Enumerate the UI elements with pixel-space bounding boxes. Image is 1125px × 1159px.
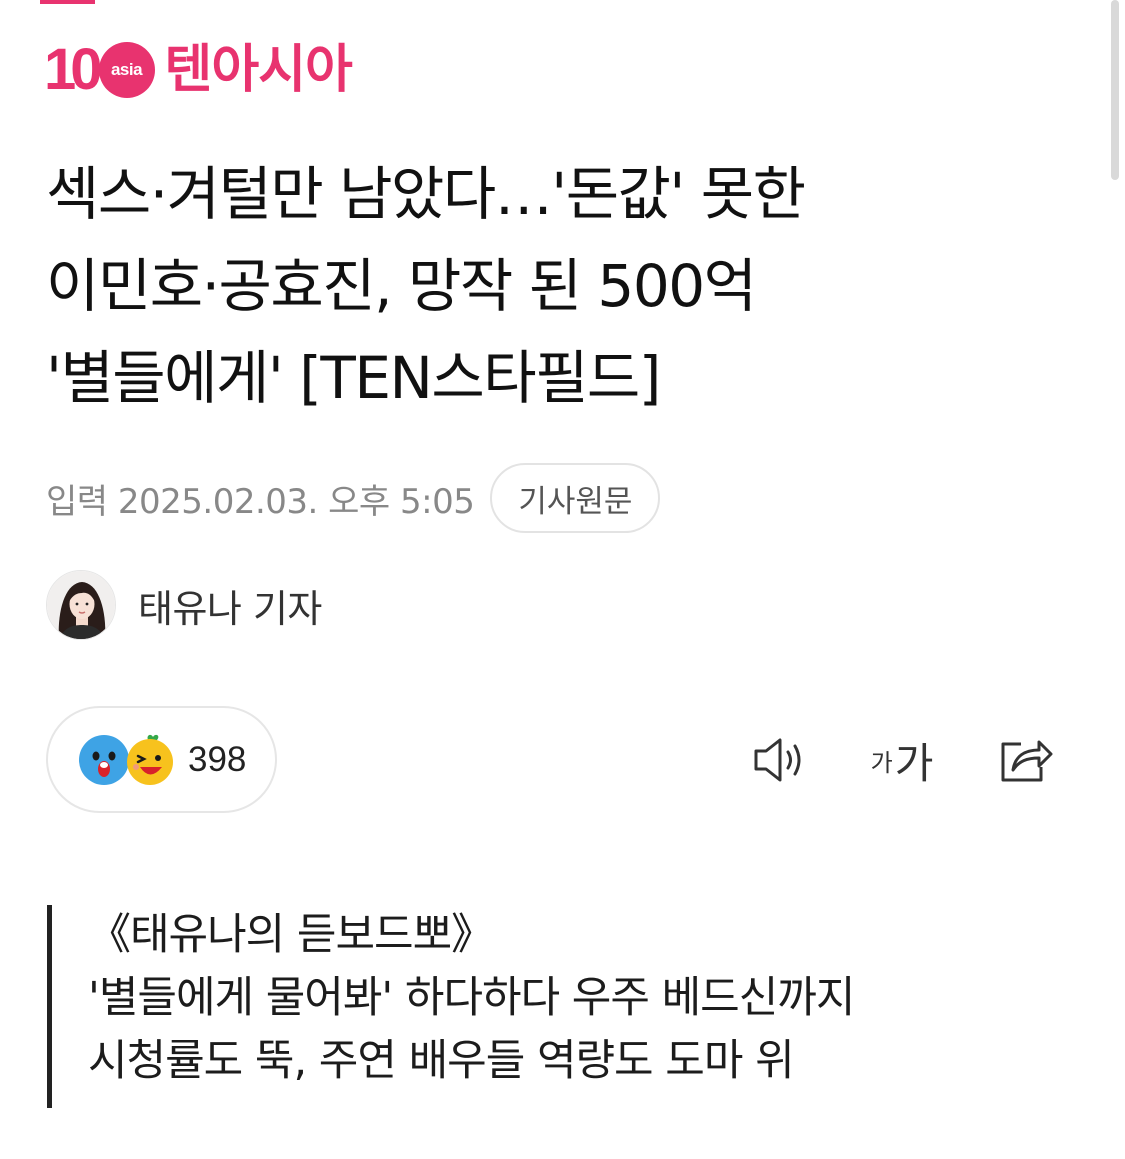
- headline-line: '별들에게' [TEN스타필드]: [46, 344, 661, 412]
- author-name[interactable]: 태유나 기자: [138, 578, 322, 633]
- reaction-count: 398: [188, 739, 247, 779]
- article-headline: 섹스·겨털만 남았다…'돈값' 못한 이민호·공효진, 망작 된 500억 '별…: [46, 148, 1046, 424]
- summary-line: 시청률도 뚝, 주연 배우들 역량도 도마 위: [88, 1036, 795, 1086]
- logo-badge: asia: [98, 42, 155, 98]
- reaction-button[interactable]: 398: [46, 706, 277, 813]
- surprised-face-icon: [78, 734, 130, 786]
- article-summary: 《태유나의 듣보드뽀》 '별들에게 물어봐' 하다하다 우주 베드신까지 시청률…: [47, 905, 1047, 1108]
- font-large-label: 가: [894, 738, 934, 788]
- audio-button[interactable]: [748, 730, 812, 790]
- logo-name: 텐아시아: [164, 40, 353, 100]
- article-page: 10 asia 텐아시아 섹스·겨털만 남았다…'돈값' 못한 이민호·공효진,…: [0, 0, 1125, 1159]
- author-avatar[interactable]: [46, 570, 116, 640]
- logo-number: 10: [44, 37, 102, 102]
- author-info[interactable]: 태유나 기자: [46, 570, 322, 640]
- font-size-button[interactable]: 가가: [866, 730, 938, 790]
- headline-line: 섹스·겨털만 남았다…'돈값' 못한: [46, 160, 806, 228]
- share-button[interactable]: [996, 730, 1056, 790]
- site-logo[interactable]: 10 asia 텐아시아: [44, 37, 353, 102]
- original-article-button[interactable]: 기사원문: [490, 463, 661, 533]
- excited-face-icon: [124, 734, 176, 786]
- published-date: 입력 2025.02.03. 오후 5:05: [46, 481, 475, 522]
- scrollbar[interactable]: [1111, 0, 1119, 180]
- speaker-icon: [754, 738, 801, 782]
- headline-line: 이민호·공효진, 망작 된 500억: [46, 252, 757, 320]
- share-icon: [1001, 740, 1053, 782]
- top-accent-bar: [40, 0, 95, 4]
- article-meta: 입력 2025.02.03. 오후 5:05 기사원문: [46, 462, 661, 534]
- font-small-label: 가: [870, 748, 893, 777]
